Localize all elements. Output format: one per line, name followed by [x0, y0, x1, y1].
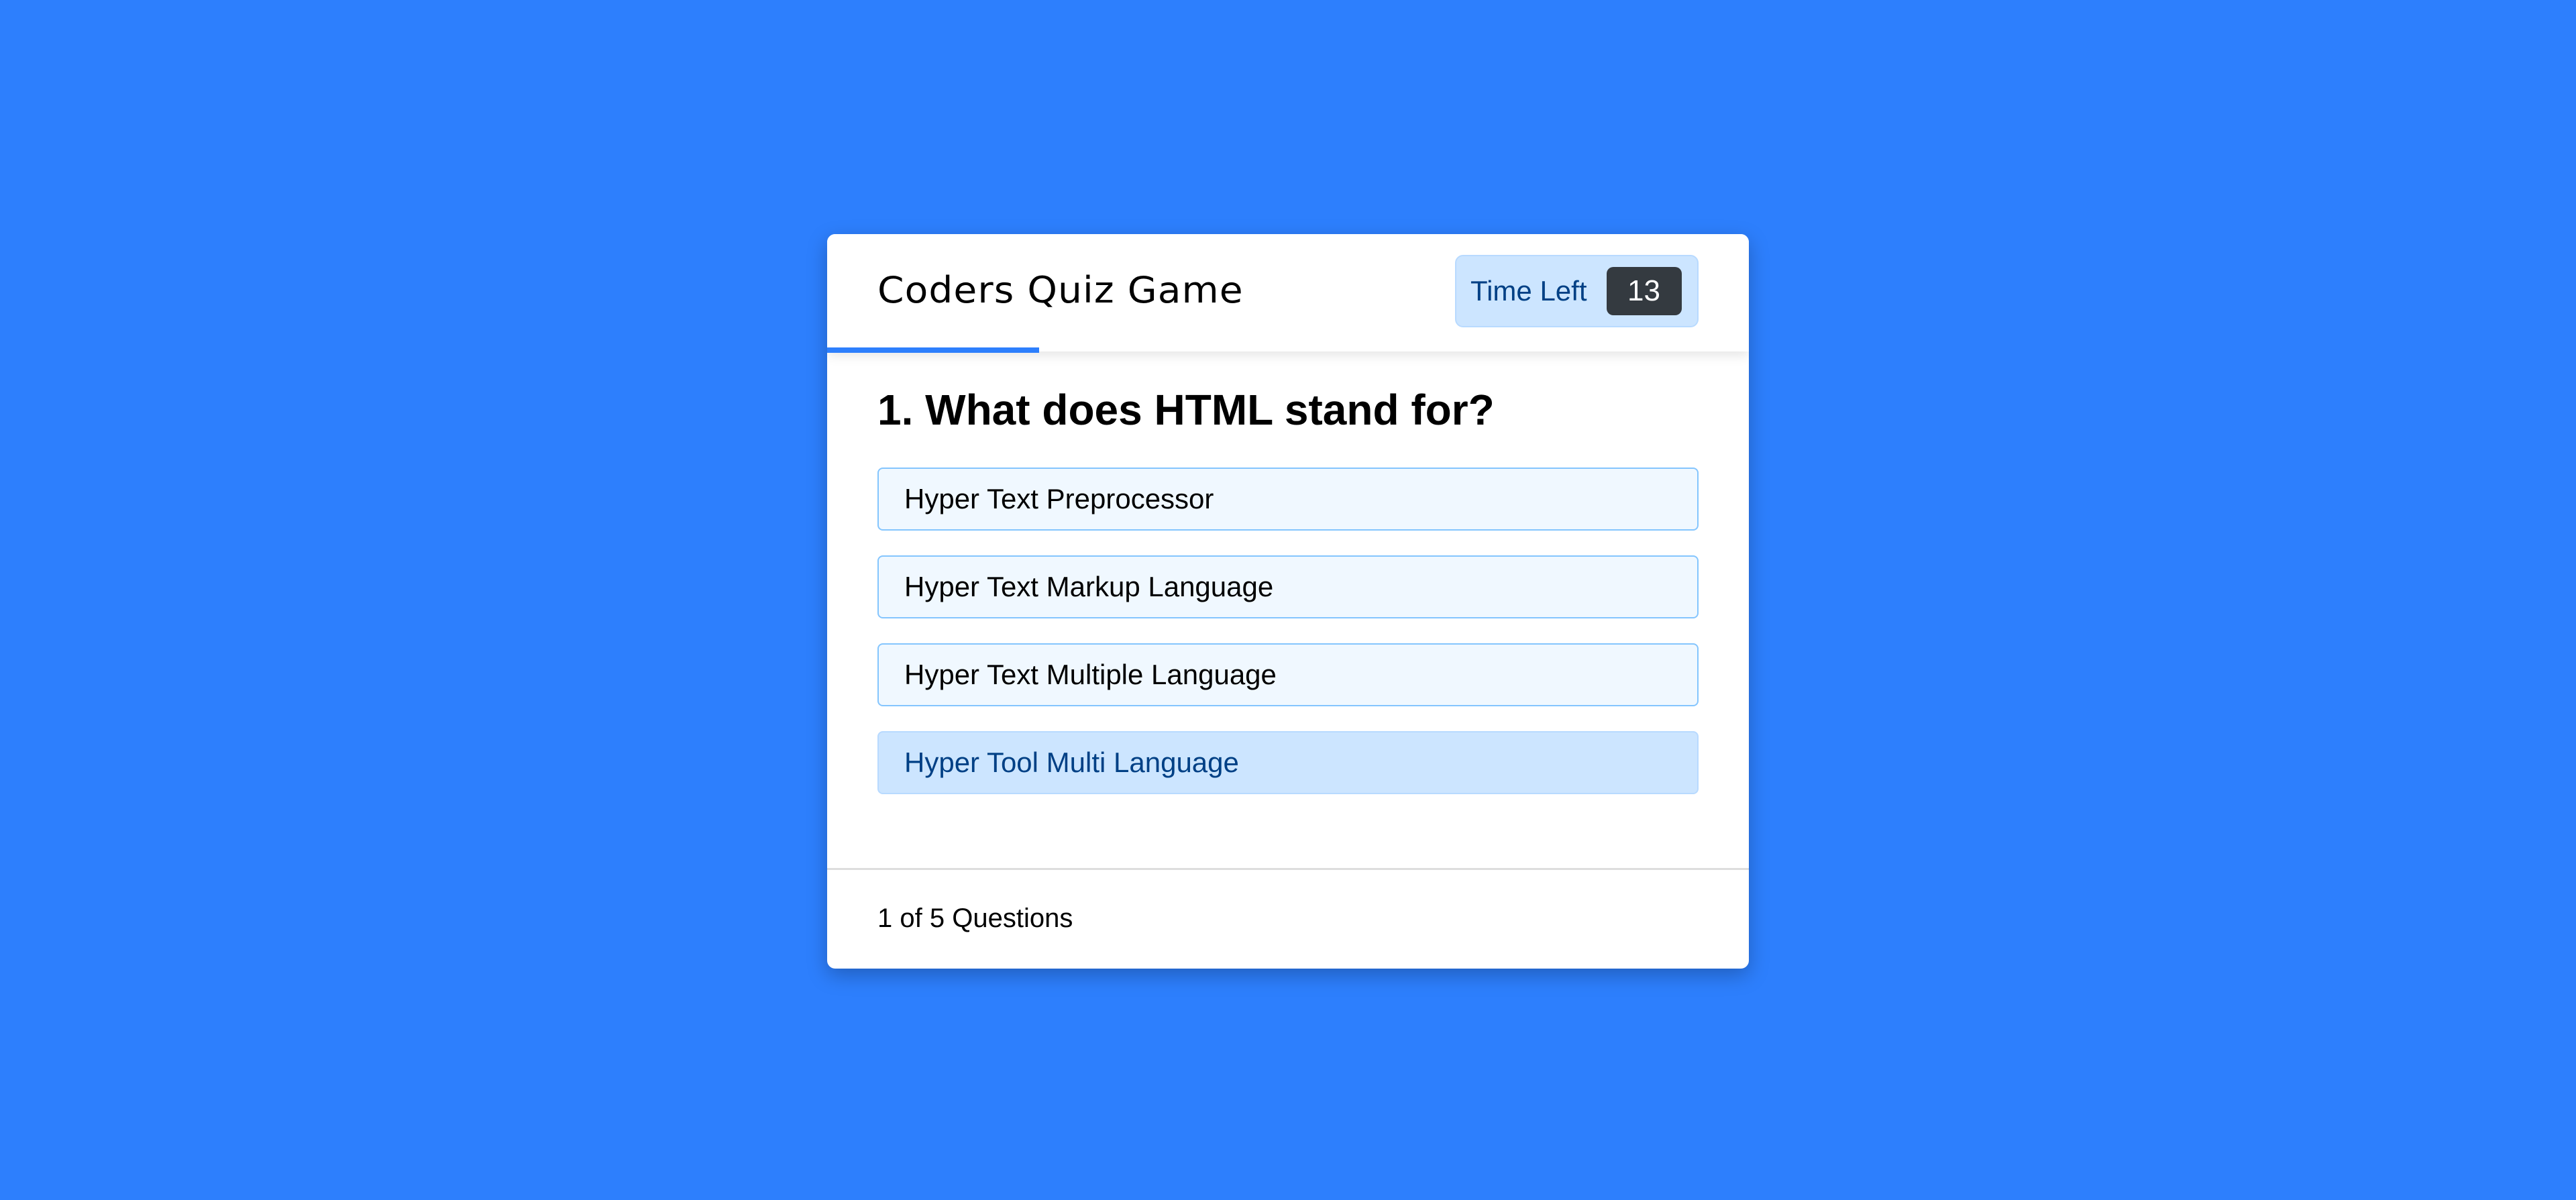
quiz-header: Coders Quiz Game Time Left 13 [827, 234, 1749, 353]
answer-option[interactable]: Hyper Text Markup Language [877, 555, 1699, 618]
timer-seconds: 13 [1606, 267, 1682, 315]
answer-option[interactable]: Hyper Text Preprocessor [877, 468, 1699, 531]
question-text: 1. What does HTML stand for? [877, 386, 1495, 434]
timer-label: Time Left [1470, 275, 1587, 307]
current-question-number: 1 [877, 904, 893, 933]
quiz-footer: 1 of 5 Questions [827, 868, 1749, 969]
time-progress-bar [827, 347, 1040, 353]
answer-option[interactable]: Hyper Text Multiple Language [877, 643, 1699, 706]
quiz-card: Coders Quiz Game Time Left 13 1. What do… [827, 234, 1749, 969]
quiz-title: Coders Quiz Game [877, 269, 1244, 311]
total-question-count: 5 [929, 904, 945, 933]
counter-of-word: of [900, 904, 922, 933]
question-counter: 1 of 5 Questions [877, 904, 1073, 934]
options-list: Hyper Text Preprocessor Hyper Text Marku… [877, 468, 1699, 819]
answer-option[interactable]: Hyper Tool Multi Language [877, 731, 1699, 794]
timer: Time Left 13 [1455, 255, 1699, 327]
counter-suffix: Questions [952, 904, 1073, 933]
